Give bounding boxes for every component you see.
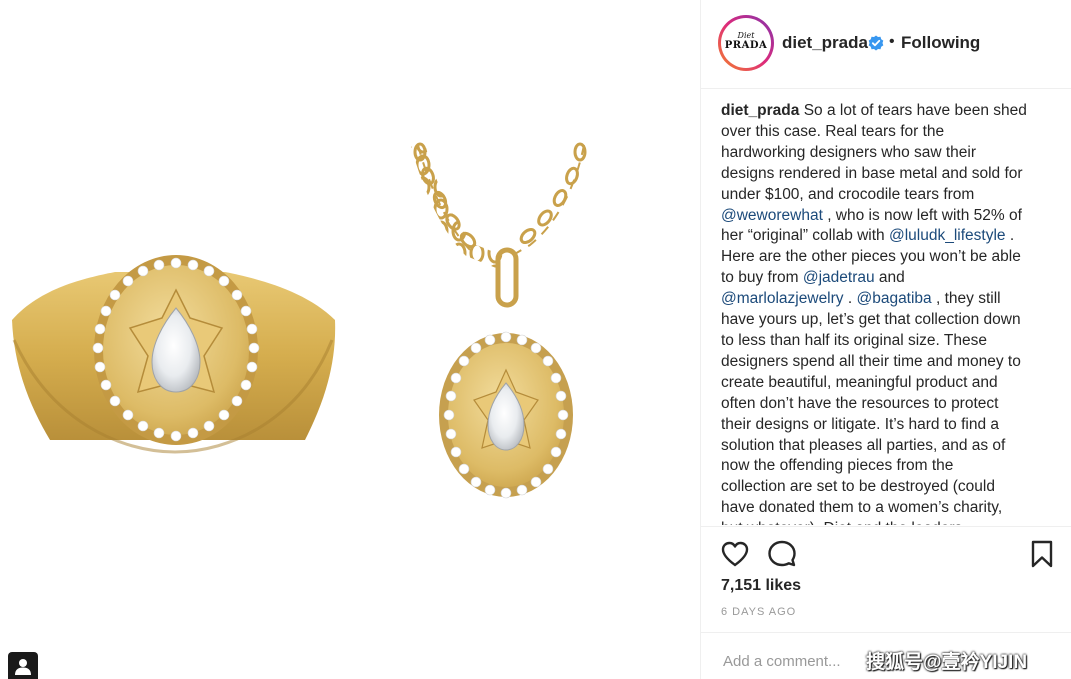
bookmark-icon[interactable] bbox=[1026, 538, 1058, 570]
caption-text: her “original” collab with bbox=[721, 227, 889, 245]
caption-text: hardworking designers who saw their bbox=[721, 143, 977, 161]
user-tag-button[interactable] bbox=[8, 652, 38, 679]
mention-link[interactable]: @weworewhat bbox=[721, 207, 823, 224]
caption-line: @weworewhat , who is now left with 52% o… bbox=[721, 206, 1061, 227]
caption-text: to buy from bbox=[721, 269, 803, 287]
post-sidebar: Diet PRADA diet_prada • Following diet_p… bbox=[701, 0, 1071, 679]
caption-text: So a lot of tears have been shed bbox=[799, 102, 1027, 119]
caption-text: . bbox=[1005, 227, 1015, 245]
caption-text: and bbox=[874, 269, 905, 287]
caption-line: hardworking designers who saw their bbox=[721, 143, 1061, 164]
comment-divider bbox=[701, 632, 1071, 633]
caption-text: now the offending pieces from the bbox=[721, 457, 954, 475]
avatar-logo-top: Diet bbox=[737, 31, 755, 40]
caption-line: their designs or litigate. It’s hard to … bbox=[721, 415, 1061, 436]
caption-text: , who is now left with 52% of bbox=[822, 206, 1022, 224]
caption-line: over this case. Real tears for the bbox=[721, 122, 1061, 143]
caption-line: under $100, and crocodile tears from bbox=[721, 185, 1061, 206]
jewelry-image bbox=[12, 140, 610, 499]
caption-text: have yours up, let’s get that collection… bbox=[721, 311, 1021, 329]
user-tag-icon bbox=[15, 659, 31, 675]
caption-text: designs rendered in base metal and sold … bbox=[721, 164, 1023, 182]
caption-line: to less than half its original size. The… bbox=[721, 331, 1061, 352]
comment-input[interactable]: Add a comment... bbox=[723, 653, 841, 670]
caption-line: @marlolazjewelry . @bagatiba , they stil… bbox=[721, 289, 1061, 310]
heart-icon[interactable] bbox=[719, 538, 751, 570]
caption-line: have donated them to a women’s charity, bbox=[721, 498, 1061, 519]
mention-link[interactable]: @bagatiba bbox=[856, 290, 931, 307]
caption-line: designers spend all their time and money… bbox=[721, 352, 1061, 373]
caption-text: to less than half its original size. The… bbox=[721, 331, 987, 349]
post-timestamp[interactable]: 6 DAYS AGO bbox=[721, 606, 796, 618]
caption-line: to buy from @jadetrau and bbox=[721, 268, 1061, 289]
caption-text: Here are the other pieces you won’t be a… bbox=[721, 248, 1021, 266]
avatar-logo: Diet PRADA bbox=[721, 18, 771, 68]
caption-text: , they still bbox=[931, 290, 1001, 308]
caption-line: solution that pleases all parties, and a… bbox=[721, 436, 1061, 457]
caption-line: diet_prada So a lot of tears have been s… bbox=[721, 101, 1061, 122]
caption-line: designs rendered in base metal and sold … bbox=[721, 164, 1061, 185]
caption-text: solution that pleases all parties, and a… bbox=[721, 436, 1006, 454]
caption-text: have donated them to a women’s charity, bbox=[721, 499, 1003, 517]
caption-divider bbox=[701, 526, 1071, 527]
post-header: Diet PRADA diet_prada • Following bbox=[701, 0, 1071, 89]
caption-text: over this case. Real tears for the bbox=[721, 122, 945, 140]
caption-text: their designs or litigate. It’s hard to … bbox=[721, 415, 1000, 433]
caption-line: often don’t have the resources to protec… bbox=[721, 394, 1061, 415]
likes-count[interactable]: 7,151 likes bbox=[721, 577, 801, 595]
caption-text: create beautiful, meaningful product and bbox=[721, 373, 998, 391]
caption-line: but whatever). Diet and the leaders bbox=[721, 519, 1061, 525]
caption-line: now the offending pieces from the bbox=[721, 456, 1061, 477]
comment-icon[interactable] bbox=[766, 538, 798, 570]
mention-link[interactable]: @marlolazjewelry bbox=[721, 290, 844, 307]
action-bar bbox=[701, 530, 1071, 576]
caption-text: . bbox=[843, 290, 857, 308]
avatar[interactable]: Diet PRADA bbox=[718, 15, 774, 71]
caption-text: designers spend all their time and money… bbox=[721, 352, 1021, 370]
caption-text: under $100, and crocodile tears from bbox=[721, 185, 975, 203]
mention-link[interactable]: @jadetrau bbox=[803, 269, 875, 286]
separator-dot: • bbox=[889, 33, 895, 50]
post-caption: diet_prada So a lot of tears have been s… bbox=[721, 101, 1061, 525]
caption-line: collection are set to be destroyed (coul… bbox=[721, 477, 1061, 498]
caption-text: collection are set to be destroyed (coul… bbox=[721, 478, 995, 496]
post-photo[interactable] bbox=[0, 0, 700, 679]
caption-username[interactable]: diet_prada bbox=[721, 102, 799, 119]
caption-line: create beautiful, meaningful product and bbox=[721, 373, 1061, 394]
caption-line: her “original” collab with @luludk_lifes… bbox=[721, 226, 1061, 247]
caption-text: often don’t have the resources to protec… bbox=[721, 394, 999, 412]
verified-badge-icon bbox=[868, 35, 884, 51]
mention-link[interactable]: @luludk_lifestyle bbox=[889, 227, 1006, 244]
watermark: 搜狐号@壹衿YIJIN bbox=[866, 652, 1028, 673]
caption-line: Here are the other pieces you won’t be a… bbox=[721, 247, 1061, 268]
avatar-logo-bottom: PRADA bbox=[724, 40, 768, 51]
username-link[interactable]: diet_prada bbox=[782, 33, 868, 53]
caption-line: have yours up, let’s get that collection… bbox=[721, 310, 1061, 331]
following-button[interactable]: Following bbox=[901, 33, 980, 53]
caption-text: but whatever). Diet and the leaders bbox=[721, 520, 962, 525]
